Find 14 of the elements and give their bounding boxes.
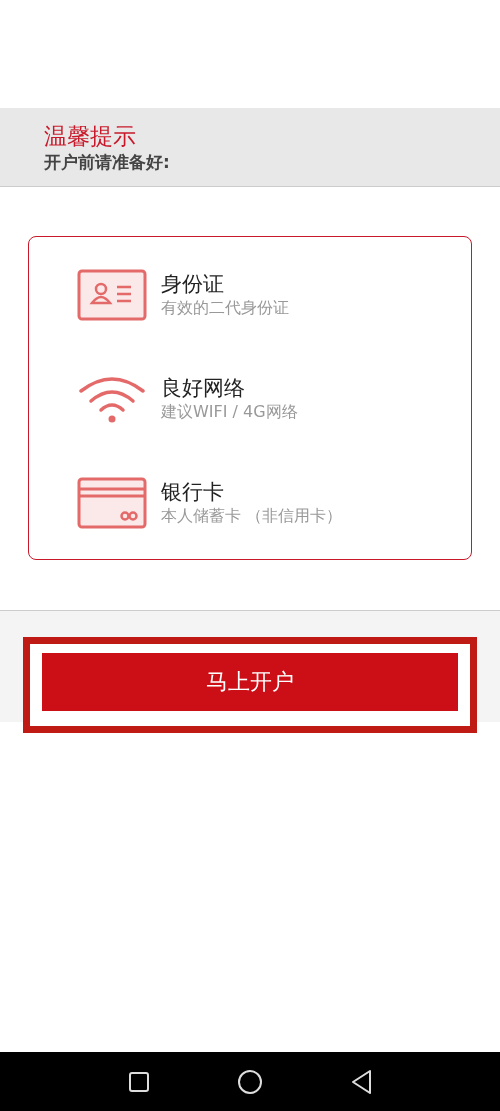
notice-subtitle: 开户前请准备好: [44, 151, 171, 174]
back-icon[interactable] [349, 1068, 372, 1095]
requirement-title: 身份证 [161, 271, 225, 297]
id-card-icon [77, 269, 147, 321]
home-icon[interactable] [237, 1068, 263, 1095]
requirement-detail: 建议WIFI / 4G网络 [161, 401, 298, 423]
requirement-detail: 有效的二代身份证 [161, 297, 289, 319]
bank-card-icon [77, 477, 147, 529]
requirement-detail: 本人储蓄卡 （非信用卡） [161, 505, 343, 527]
requirement-title: 良好网络 [161, 375, 246, 401]
requirement-title: 银行卡 [161, 479, 225, 505]
open-account-button[interactable]: 马上开户 [42, 653, 458, 711]
recents-icon[interactable] [128, 1070, 151, 1093]
notice-title: 温馨提示 [44, 122, 137, 150]
